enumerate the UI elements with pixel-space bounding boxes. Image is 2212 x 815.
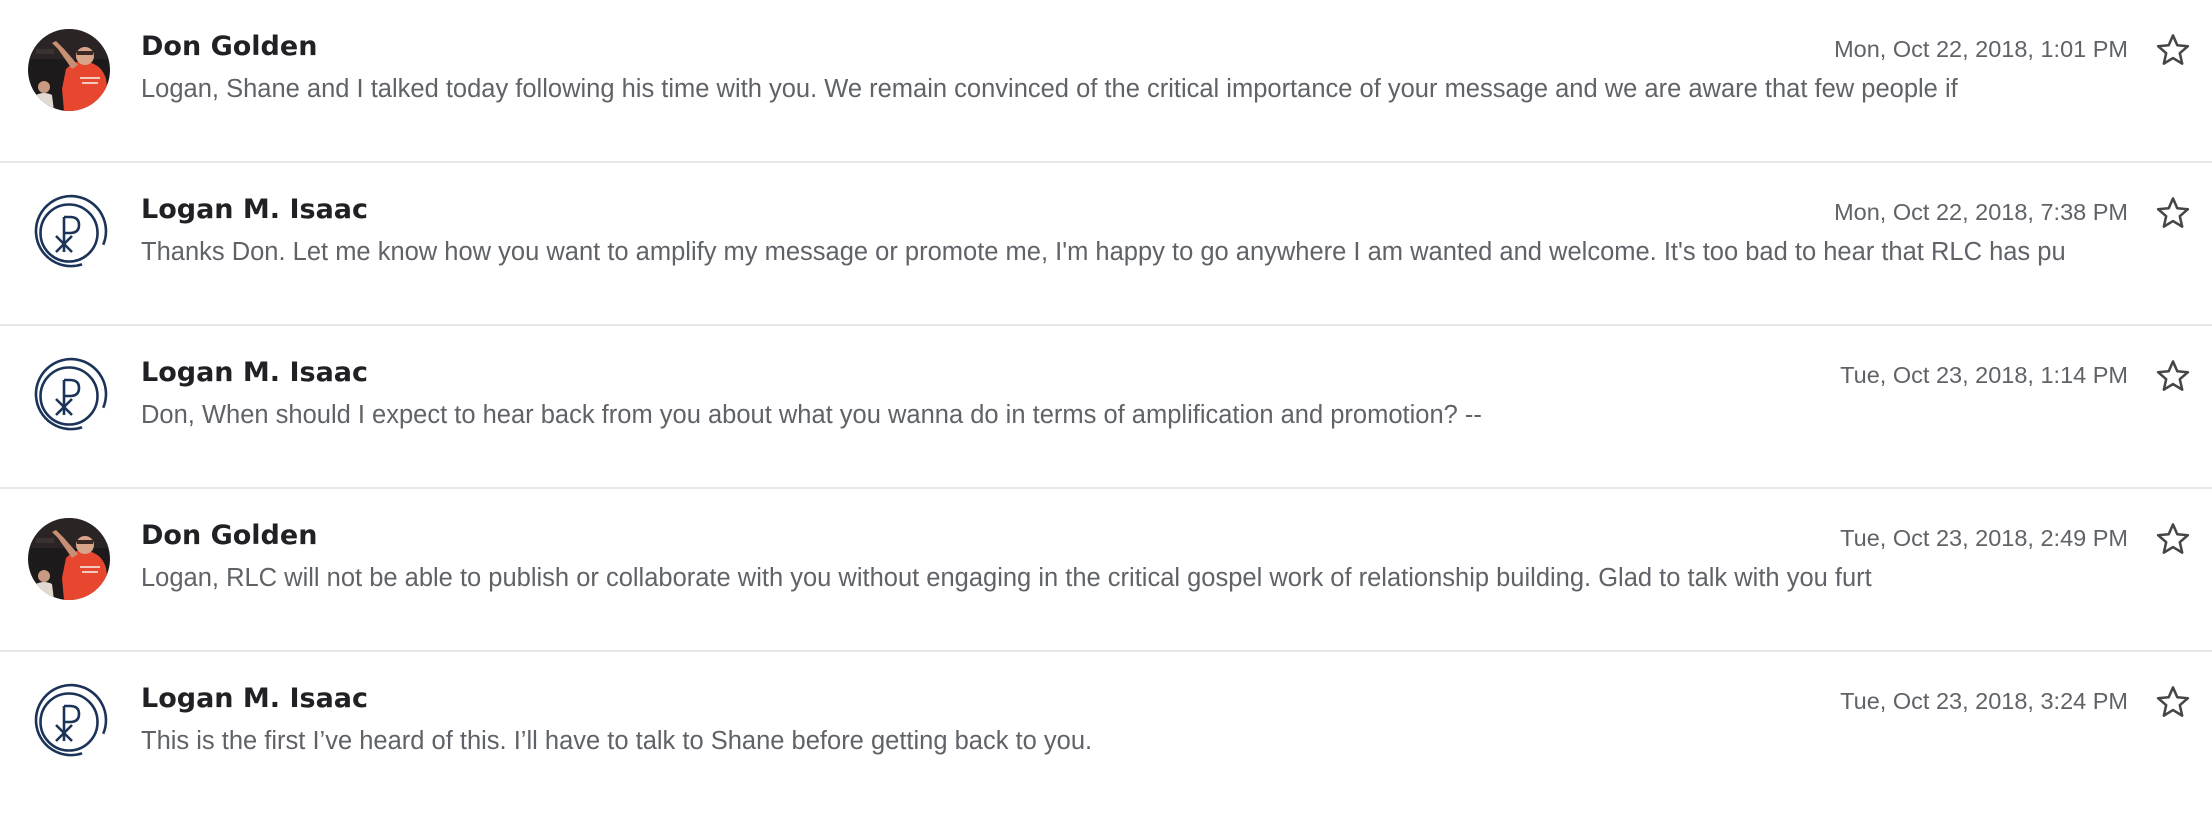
message-date: Mon, Oct 22, 2018, 7:38 PM — [1834, 199, 2128, 225]
star-button[interactable] — [2154, 520, 2192, 558]
message-snippet: Logan, RLC will not be able to publish o… — [141, 564, 1872, 592]
sender-name[interactable]: Don Golden — [141, 31, 317, 62]
star-outline-icon — [2154, 520, 2192, 558]
sender-name[interactable]: Logan M. Isaac — [141, 683, 368, 714]
message-row[interactable]: Don Golden Logan, Shane and I talked tod… — [0, 0, 2212, 163]
star-button[interactable] — [2154, 683, 2192, 721]
sender-avatar-logo[interactable] — [28, 355, 110, 437]
star-outline-icon — [2154, 31, 2192, 69]
message-date: Tue, Oct 23, 2018, 3:24 PM — [1840, 688, 2128, 714]
chi-rho-logo-icon — [28, 192, 110, 274]
photo-avatar-icon — [28, 518, 110, 600]
sender-name[interactable]: Logan M. Isaac — [141, 357, 368, 388]
sender-avatar-photo[interactable] — [28, 29, 110, 111]
sender-name[interactable]: Don Golden — [141, 520, 317, 551]
message-row[interactable]: Don Golden Logan, RLC will not be able t… — [0, 489, 2212, 652]
star-outline-icon — [2154, 683, 2192, 721]
sender-avatar-photo[interactable] — [28, 518, 110, 600]
sender-name[interactable]: Logan M. Isaac — [141, 194, 368, 225]
message-snippet: Don, When should I expect to hear back f… — [141, 401, 1482, 429]
star-outline-icon — [2154, 357, 2192, 395]
message-snippet: This is the first I’ve heard of this. I’… — [141, 727, 1093, 755]
star-button[interactable] — [2154, 31, 2192, 69]
message-date: Mon, Oct 22, 2018, 1:01 PM — [1834, 36, 2128, 62]
message-date: Tue, Oct 23, 2018, 1:14 PM — [1840, 362, 2128, 388]
chi-rho-logo-icon — [28, 681, 110, 763]
message-snippet: Thanks Don. Let me know how you want to … — [141, 238, 2066, 266]
sender-avatar-logo[interactable] — [28, 681, 110, 763]
sender-avatar-logo[interactable] — [28, 192, 110, 274]
chi-rho-logo-icon — [28, 355, 110, 437]
message-row[interactable]: Logan M. Isaac Thanks Don. Let me know h… — [0, 163, 2212, 326]
message-row[interactable]: Logan M. Isaac Don, When should I expect… — [0, 326, 2212, 489]
photo-avatar-icon — [28, 29, 110, 111]
message-snippet: Logan, Shane and I talked today followin… — [141, 75, 1958, 103]
message-row[interactable]: Logan M. Isaac This is the first I’ve he… — [0, 652, 2212, 815]
email-thread: Don Golden Logan, Shane and I talked tod… — [0, 0, 2212, 792]
star-button[interactable] — [2154, 357, 2192, 395]
message-date: Tue, Oct 23, 2018, 2:49 PM — [1840, 525, 2128, 551]
star-outline-icon — [2154, 194, 2192, 232]
star-button[interactable] — [2154, 194, 2192, 232]
